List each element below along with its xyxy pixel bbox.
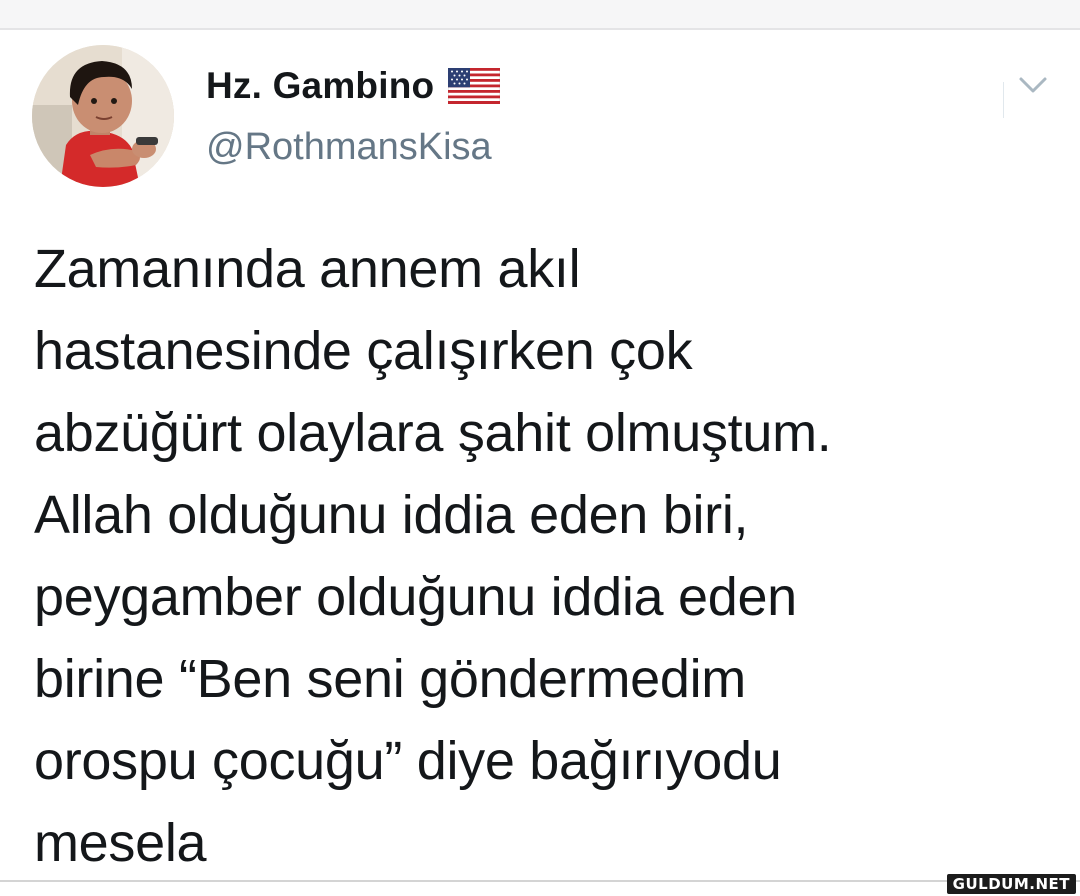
header-divider (1003, 82, 1004, 118)
avatar-image (32, 45, 174, 187)
top-bar (0, 0, 1080, 30)
screen: Hz. Gambino @RothmansKisa Zamanında anne… (0, 0, 1080, 896)
tweet-text: Zamanında annem akıl hastanesinde çalışı… (34, 239, 832, 873)
avatar[interactable] (32, 45, 174, 187)
watermark: GULDUM.NET (946, 874, 1076, 894)
us-flag-icon (447, 67, 501, 105)
bottom-divider (0, 880, 1080, 882)
tweet-card[interactable]: Hz. Gambino @RothmansKisa Zamanında anne… (0, 30, 1080, 896)
chevron-down-icon[interactable] (1016, 70, 1050, 100)
author-name-row: Hz. Gambino (206, 64, 501, 108)
display-name[interactable]: Hz. Gambino (206, 65, 434, 107)
username-handle[interactable]: @RothmansKisa (206, 126, 492, 169)
